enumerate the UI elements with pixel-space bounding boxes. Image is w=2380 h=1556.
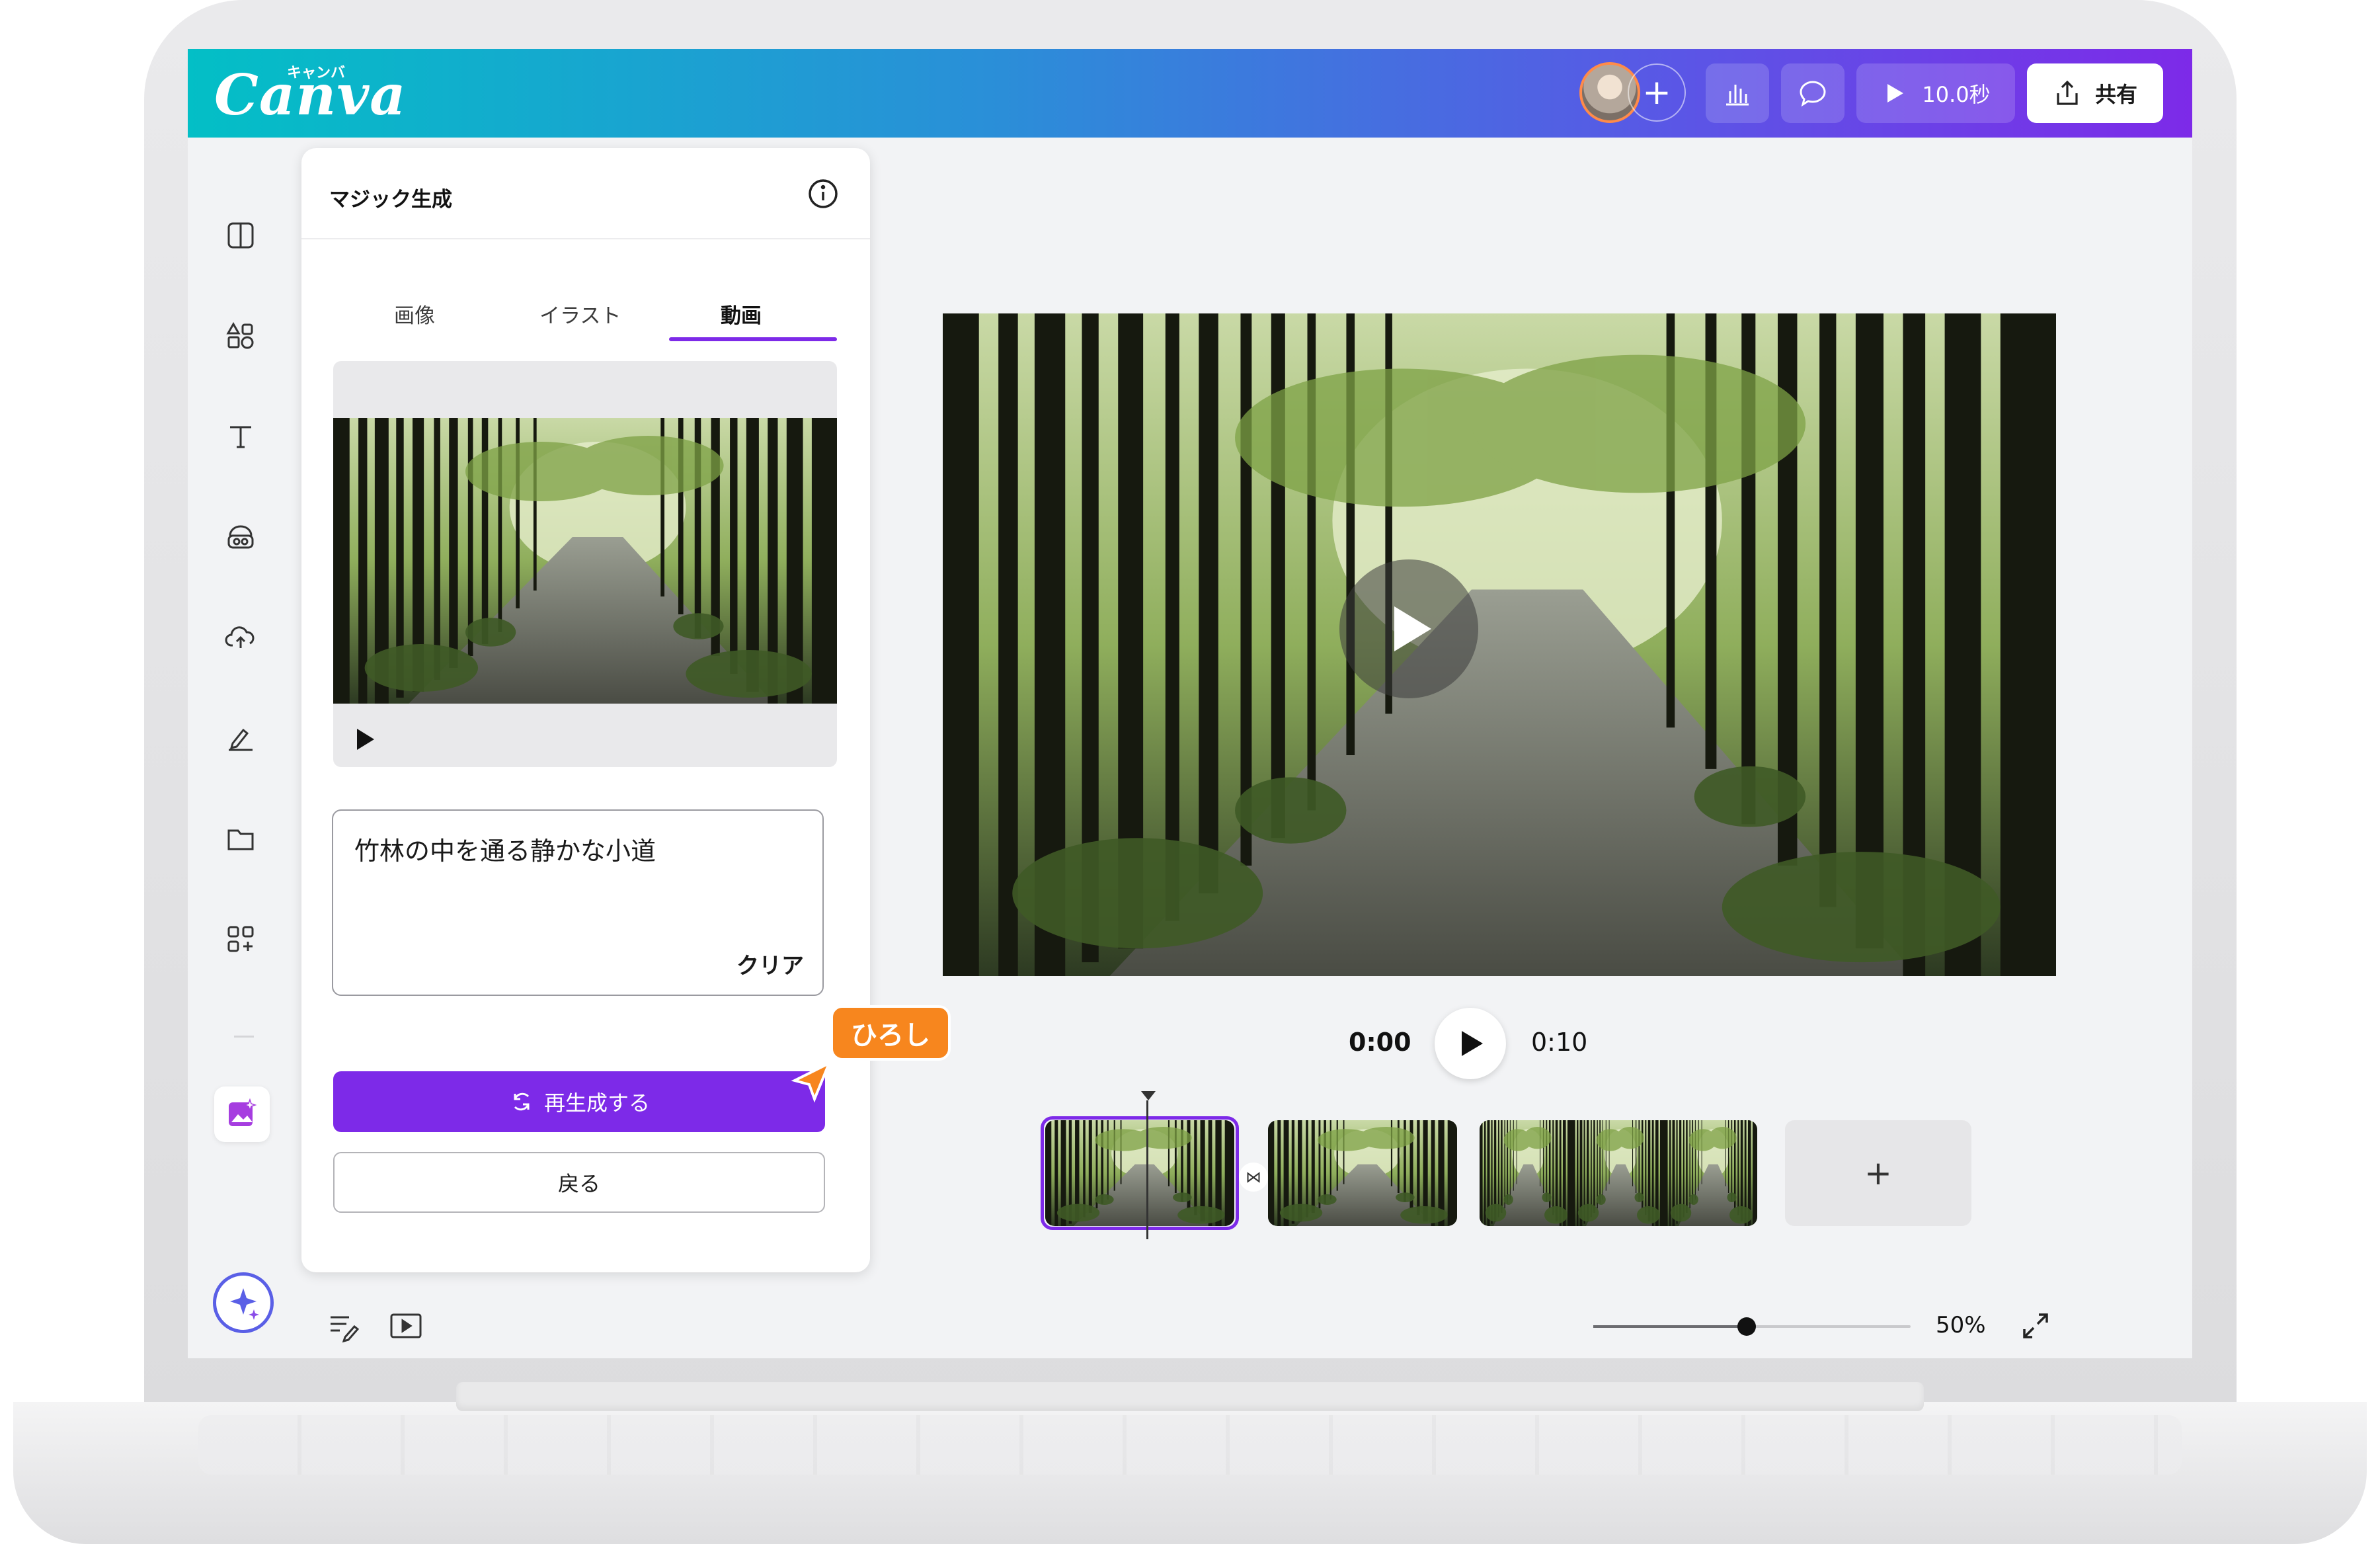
analytics-icon: [1726, 85, 1749, 106]
brand-icon[interactable]: [222, 518, 259, 555]
regenerate-button[interactable]: 再生成する: [333, 1071, 825, 1132]
share-button[interactable]: 共有: [2027, 63, 2163, 123]
back-button[interactable]: 戻る: [333, 1152, 825, 1213]
zoom-slider-fill: [1593, 1325, 1747, 1328]
sidebar-divider: [234, 1036, 254, 1038]
magic-media-icon[interactable]: [214, 1086, 270, 1142]
panel-divider: [301, 238, 870, 239]
magic-media-panel: マジック生成 画像 イラスト 動画 竹林の中を通る静かな小道 クリア 再生成する…: [301, 148, 870, 1272]
fullscreen-icon[interactable]: [2019, 1309, 2052, 1342]
uploads-icon[interactable]: [222, 619, 259, 656]
active-tab-indicator: [669, 337, 837, 341]
zoom-slider-handle[interactable]: [1737, 1317, 1756, 1336]
clear-button[interactable]: クリア: [736, 948, 804, 980]
generated-video-preview[interactable]: [333, 361, 837, 767]
cursor-arrow-icon: [791, 1061, 832, 1103]
duration-label: 10.0秒: [1922, 82, 1991, 107]
collaborator-tag: ひろし: [830, 1005, 951, 1061]
screen: Canva キャンバ + 10.0秒 共有 マジック生成 画像 イラスト 動画 …: [188, 49, 2192, 1358]
info-icon[interactable]: [807, 177, 840, 210]
regenerate-label: 再生成する: [543, 1090, 650, 1116]
design-icon[interactable]: [222, 217, 259, 254]
apps-icon[interactable]: [222, 921, 259, 958]
refresh-icon: [514, 1092, 530, 1111]
play-icon[interactable]: [352, 726, 378, 753]
zoom-value: 50%: [1936, 1312, 1986, 1338]
tab-video[interactable]: 動画: [721, 299, 762, 329]
comment-icon: [1800, 81, 1826, 107]
clip-thumbnail: [1268, 1120, 1457, 1226]
elements-icon[interactable]: [222, 317, 259, 354]
selected-clip-outline: [1041, 1116, 1239, 1230]
present-icon[interactable]: [387, 1308, 424, 1345]
laptop-keyboard: [198, 1415, 2182, 1475]
main-video-canvas[interactable]: [943, 313, 2056, 976]
playhead-marker-icon[interactable]: [1140, 1090, 1157, 1102]
timeline-clip[interactable]: [1268, 1120, 1457, 1226]
playback-play-button[interactable]: [1435, 1008, 1506, 1079]
panel-title: マジック生成: [329, 188, 452, 212]
clip-thumbnail: [1480, 1120, 1757, 1226]
logo-kana: キャンバ: [287, 65, 346, 81]
notes-icon[interactable]: [325, 1308, 362, 1345]
comment-button[interactable]: [1781, 63, 1844, 123]
preview-thumbnail: [333, 418, 837, 704]
analytics-button[interactable]: [1706, 63, 1769, 123]
laptop-hinge: [456, 1382, 1924, 1411]
tab-image[interactable]: 画像: [394, 299, 435, 329]
current-time: 0:00: [1349, 1028, 1411, 1057]
plus-icon: +: [1642, 73, 1671, 112]
invite-button[interactable]: +: [1628, 63, 1686, 122]
play-icon: [1887, 84, 1904, 102]
video-play-button[interactable]: [1339, 559, 1478, 698]
sidebar: [188, 138, 304, 1358]
preview-duration-button[interactable]: 10.0秒: [1856, 63, 2015, 123]
play-icon: [1394, 606, 1431, 651]
prompt-text[interactable]: 竹林の中を通る静かな小道: [354, 831, 656, 867]
share-label: 共有: [2094, 82, 2137, 107]
text-icon[interactable]: [222, 418, 259, 455]
playhead-line[interactable]: [1146, 1100, 1148, 1239]
assistant-sparkle-icon[interactable]: [213, 1272, 274, 1333]
total-time: 0:10: [1531, 1028, 1588, 1057]
tab-illustration[interactable]: イラスト: [539, 299, 621, 329]
top-bar: Canva キャンバ + 10.0秒 共有: [188, 49, 2192, 138]
prompt-input[interactable]: 竹林の中を通る静かな小道 クリア: [332, 809, 824, 996]
draw-icon[interactable]: [222, 719, 259, 757]
timeline-clip[interactable]: [1480, 1120, 1757, 1226]
share-icon: [2057, 80, 2078, 105]
play-icon: [1462, 1031, 1483, 1056]
transition-icon[interactable]: ⋈: [1239, 1163, 1268, 1192]
add-clip-button[interactable]: +: [1785, 1120, 1971, 1226]
projects-icon[interactable]: [222, 820, 259, 857]
